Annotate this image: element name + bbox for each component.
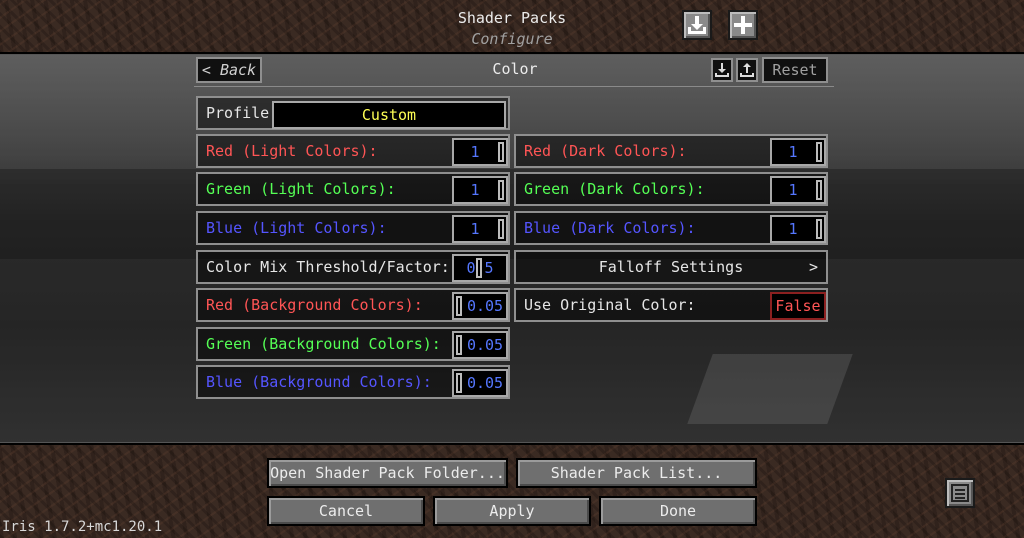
menu-button[interactable] — [945, 478, 975, 508]
plus-icon — [734, 16, 752, 34]
slider-handle[interactable] — [498, 219, 504, 239]
slider-handle[interactable] — [816, 219, 822, 239]
reset-button[interactable]: Reset — [762, 57, 828, 83]
option-value-box[interactable]: 0.05 — [452, 292, 508, 320]
apply-button[interactable]: Apply — [433, 496, 591, 526]
chevron-right-icon: > — [808, 258, 818, 276]
option-value: 0.05 — [466, 336, 504, 354]
cancel-button[interactable]: Cancel — [267, 496, 425, 526]
toggle-value: False — [775, 297, 821, 315]
option-value-box[interactable]: 0.05 — [452, 331, 508, 359]
option-value-box[interactable]: 1 — [770, 176, 826, 204]
option-red-background-colors[interactable]: Red (Background Colors): 0.05 — [196, 288, 510, 322]
slider-handle[interactable] — [498, 180, 504, 200]
option-label: Red (Dark Colors): — [524, 142, 687, 160]
option-value: 1 — [788, 220, 798, 238]
screen-subtitle: Configure — [471, 30, 553, 48]
slider-handle[interactable] — [816, 142, 822, 162]
option-label: Blue (Light Colors): — [206, 219, 387, 237]
screen-title: Shader Packs — [457, 9, 567, 27]
download-button[interactable] — [682, 10, 712, 40]
option-value-box[interactable]: 1 — [770, 215, 826, 243]
world-background — [0, 54, 1024, 443]
falloff-settings-button[interactable]: Falloff Settings > — [514, 250, 828, 284]
option-color-mix-threshold[interactable]: Color Mix Threshold/Factor: 0.5 — [196, 250, 510, 284]
slider-handle[interactable] — [456, 373, 462, 393]
open-shader-pack-folder-button[interactable]: Open Shader Pack Folder... — [267, 458, 508, 488]
slider-handle[interactable] — [456, 335, 462, 355]
slider-handle[interactable] — [456, 296, 462, 316]
option-red-dark-colors[interactable]: Red (Dark Colors): 1 — [514, 134, 828, 168]
back-button[interactable]: < Back — [196, 57, 262, 83]
option-blue-dark-colors[interactable]: Blue (Dark Colors): 1 — [514, 211, 828, 245]
option-value: 1 — [788, 143, 798, 161]
done-button[interactable]: Done — [599, 496, 757, 526]
shader-pack-list-button[interactable]: Shader Pack List... — [516, 458, 757, 488]
footer-divider — [0, 443, 1024, 445]
option-label: Green (Background Colors): — [206, 335, 441, 353]
slider-handle[interactable] — [816, 180, 822, 200]
option-label: Green (Light Colors): — [206, 180, 396, 198]
export-icon — [740, 63, 754, 77]
option-label: Blue (Dark Colors): — [524, 219, 696, 237]
option-value-box[interactable]: 1 — [452, 215, 508, 243]
download-icon — [688, 16, 706, 34]
option-blue-background-colors[interactable]: Blue (Background Colors): 0.05 — [196, 365, 510, 399]
option-value: 1 — [788, 181, 798, 199]
profile-selector[interactable]: Custom — [272, 101, 506, 129]
option-value-box[interactable]: 1 — [452, 138, 508, 166]
option-value-box[interactable]: 1 — [770, 138, 826, 166]
toggle-value-box[interactable]: False — [770, 292, 826, 320]
option-green-dark-colors[interactable]: Green (Dark Colors): 1 — [514, 172, 828, 206]
add-shader-button[interactable] — [728, 10, 758, 40]
option-value-box[interactable]: 1 — [452, 176, 508, 204]
option-value: 0.05 — [466, 374, 504, 392]
import-icon — [715, 63, 729, 77]
option-green-light-colors[interactable]: Green (Light Colors): 1 — [196, 172, 510, 206]
option-label: Use Original Color: — [524, 296, 696, 314]
option-value: 1 — [470, 181, 480, 199]
export-button[interactable] — [736, 58, 758, 82]
list-icon — [951, 484, 969, 502]
option-red-light-colors[interactable]: Red (Light Colors): 1 — [196, 134, 510, 168]
profile-row: Profile: Custom — [196, 96, 510, 130]
profile-label: Profile: — [206, 104, 279, 122]
nav-underline — [194, 86, 834, 87]
slider-handle[interactable] — [476, 258, 482, 278]
option-label: Red (Light Colors): — [206, 142, 378, 160]
option-label: Green (Dark Colors): — [524, 180, 705, 198]
page-title: Color — [492, 60, 538, 78]
option-blue-light-colors[interactable]: Blue (Light Colors): 1 — [196, 211, 510, 245]
option-value-box[interactable]: 0.5 — [452, 254, 508, 282]
option-label: Blue (Background Colors): — [206, 373, 432, 391]
version-label: Iris 1.7.2+mc1.20.1 — [2, 519, 163, 535]
option-green-background-colors[interactable]: Green (Background Colors): 0.05 — [196, 327, 510, 361]
slider-handle[interactable] — [498, 142, 504, 162]
option-label: Color Mix Threshold/Factor: — [206, 258, 450, 276]
option-use-original-color[interactable]: Use Original Color: False — [514, 288, 828, 322]
option-value: 1 — [470, 220, 480, 238]
import-button[interactable] — [711, 58, 733, 82]
option-value: 1 — [470, 143, 480, 161]
falloff-settings-label: Falloff Settings — [598, 258, 744, 276]
option-value: 0.05 — [466, 297, 504, 315]
option-value-box[interactable]: 0.05 — [452, 369, 508, 397]
header-divider-light — [0, 54, 1024, 55]
profile-value: Custom — [361, 106, 417, 124]
option-label: Red (Background Colors): — [206, 296, 423, 314]
